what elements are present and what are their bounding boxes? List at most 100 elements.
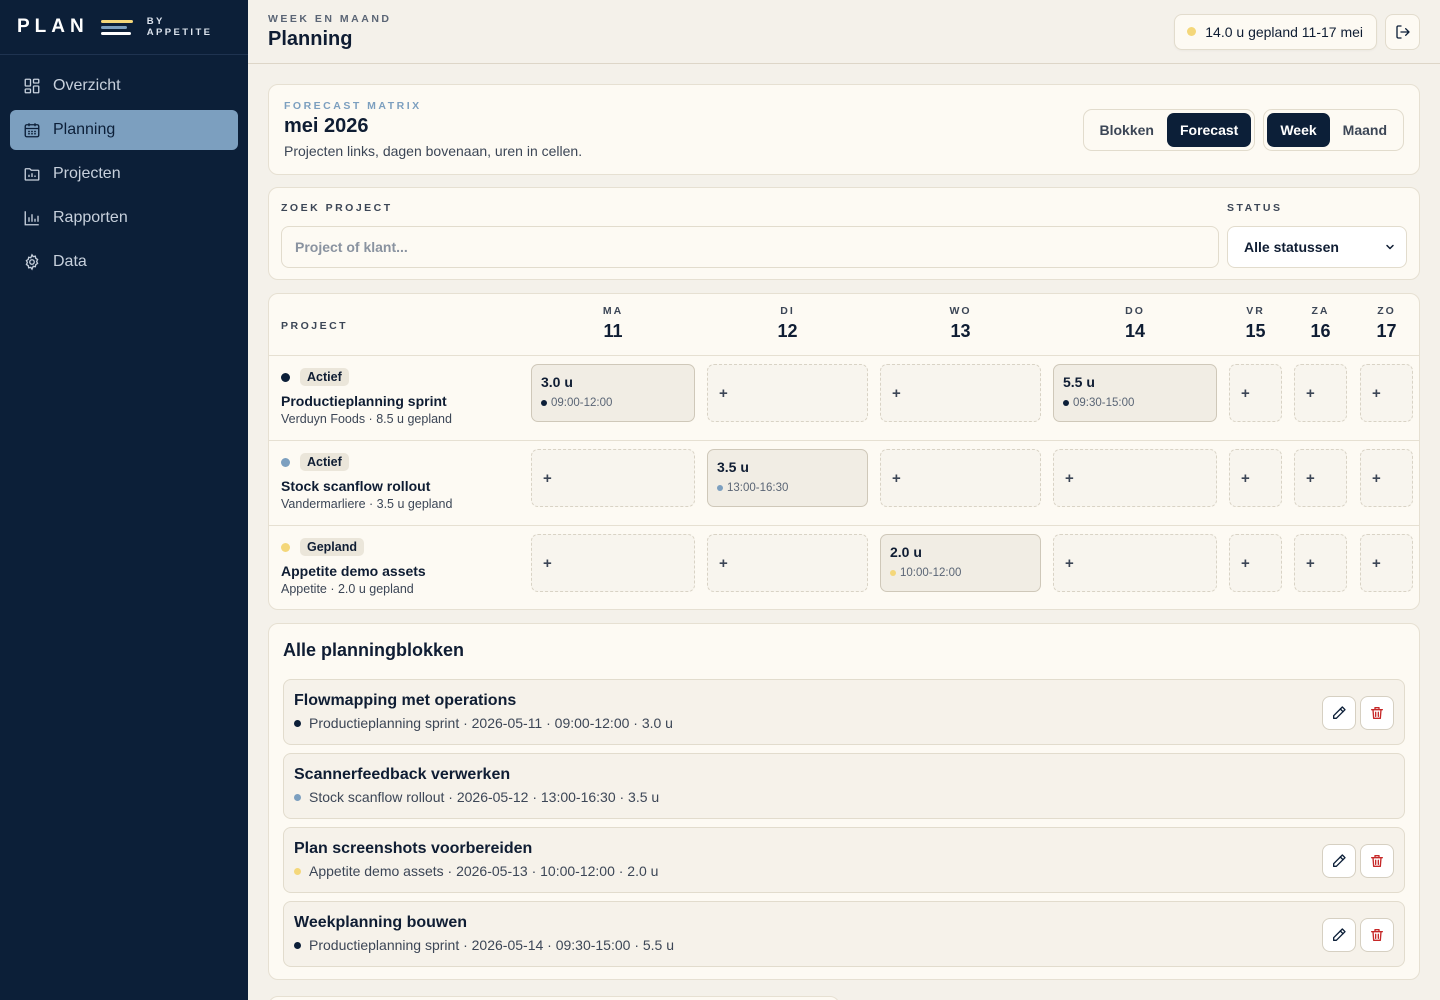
day-number: 15 — [1245, 321, 1266, 341]
plus-icon: + — [719, 554, 728, 572]
matrix-row: Gepland Appetite demo assets Appetite · 2.… — [269, 526, 1419, 609]
cell-hours: 2.0 u — [890, 544, 922, 560]
delete-button[interactable] — [1360, 696, 1394, 730]
cell-time-text: 13:00-16:30 — [727, 482, 789, 494]
plus-icon: + — [719, 384, 728, 402]
brand-by: BY — [146, 16, 165, 27]
plus-icon: + — [1372, 384, 1381, 402]
status-badge: Gepland — [300, 538, 365, 556]
sidebar-nav: Overzicht Planning Projecten Rapporten D… — [0, 55, 248, 297]
add-cell-button[interactable]: + — [707, 534, 868, 592]
day-name: DO — [1125, 305, 1145, 317]
status-select[interactable]: Alle statussen — [1227, 226, 1407, 268]
plus-icon: + — [1065, 469, 1074, 487]
add-cell-button[interactable]: + — [880, 449, 1041, 507]
planning-block-item[interactable]: Weekplanning bouwen Productieplanning spr… — [283, 901, 1405, 967]
range-maand-button[interactable]: Maand — [1330, 113, 1400, 147]
status-dot — [541, 400, 547, 406]
sidebar-item-overzicht[interactable]: Overzicht — [10, 66, 238, 106]
plus-icon: + — [1372, 554, 1381, 572]
block-meta: Productieplanning sprint · 2026-05-11 · … — [294, 715, 1394, 731]
planning-cell[interactable]: 2.0 u 10:00-12:00 — [880, 534, 1041, 592]
add-cell-button[interactable]: + — [1229, 364, 1282, 422]
planning-block-item[interactable]: Plan screenshots voorbereiden Appetite de… — [283, 827, 1405, 893]
add-cell-button[interactable]: + — [1294, 449, 1347, 507]
project-meta: Verduyn Foods · 8.5 u gepland — [281, 412, 452, 426]
add-cell-button[interactable]: + — [1360, 449, 1413, 507]
add-cell-button[interactable]: + — [531, 449, 695, 507]
view-mode-toggle: Blokken Forecast — [1082, 109, 1256, 151]
add-cell-button[interactable]: + — [1360, 364, 1413, 422]
planning-cell[interactable]: 5.5 u 09:30-15:00 — [1053, 364, 1217, 422]
project-info[interactable]: Actief Productieplanning sprint Verduyn Fo… — [281, 368, 452, 426]
planning-cell[interactable]: 3.0 u 09:00-12:00 — [531, 364, 695, 422]
day-number: 13 — [950, 321, 971, 341]
forecast-matrix: PROJECT MA 11 DI 12 WO 13 DO 14 VR 15 ZA 16 ZO 17 Act… — [268, 293, 1420, 610]
day-number: 11 — [603, 321, 623, 341]
day-name: WO — [949, 305, 972, 317]
delete-button[interactable] — [1360, 844, 1394, 878]
project-name: Stock scanflow rollout — [281, 478, 431, 494]
add-cell-button[interactable]: + — [1229, 534, 1282, 592]
add-cell-button[interactable]: + — [707, 364, 868, 422]
add-cell-button[interactable]: + — [531, 534, 695, 592]
cell-time: 13:00-16:30 — [717, 482, 858, 494]
sidebar-item-projecten[interactable]: Projecten — [10, 154, 238, 194]
plus-icon: + — [1065, 554, 1074, 572]
logout-button[interactable] — [1385, 13, 1420, 50]
project-info[interactable]: Gepland Appetite demo assets Appetite · 2.… — [281, 538, 426, 596]
status-dot — [281, 457, 290, 467]
cell-hours: 5.5 u — [1063, 374, 1095, 390]
search-input[interactable]: Project of klant... — [281, 226, 1219, 268]
block-title: Scannerfeedback verwerken — [294, 766, 511, 783]
day-header: WO 13 — [880, 305, 1041, 342]
matrix-row: Actief Stock scanflow rollout Vandermarlie… — [269, 441, 1419, 526]
brand-by-line: BY APPETITE — [147, 16, 213, 38]
block-meta-text: Productieplanning sprint · 2026-05-14 · … — [309, 937, 675, 953]
add-cell-button[interactable]: + — [1360, 534, 1413, 592]
sidebar-item-rapporten[interactable]: Rapporten — [10, 198, 238, 238]
filter-card: ZOEK PROJECT Project of klant... STATUS … — [268, 187, 1420, 280]
topbar: WEEK EN MAAND Planning 14.0 u gepland 11… — [248, 0, 1440, 64]
plus-icon: + — [1306, 469, 1315, 487]
day-number: 16 — [1310, 321, 1331, 341]
project-info[interactable]: Actief Stock scanflow rollout Vandermarlie… — [281, 453, 452, 511]
delete-button[interactable] — [1360, 918, 1394, 952]
day-number: 17 — [1376, 321, 1397, 341]
day-header: DO 14 — [1053, 305, 1217, 342]
day-name: VR — [1246, 305, 1265, 317]
sidebar-item-planning[interactable]: Planning — [10, 110, 238, 150]
add-cell-button[interactable]: + — [1294, 364, 1347, 422]
project-meta: Vandermarliere · 3.5 u gepland — [281, 497, 453, 511]
plus-icon: + — [1241, 384, 1250, 402]
status-dot — [281, 542, 290, 552]
sidebar-item-data[interactable]: Data — [10, 242, 238, 282]
add-cell-button[interactable]: + — [1053, 534, 1217, 592]
planning-block-item[interactable]: Flowmapping met operations Productieplann… — [283, 679, 1405, 745]
day-name: MA — [602, 305, 624, 317]
day-header: DI 12 — [707, 305, 868, 342]
gear-icon — [25, 253, 39, 271]
next-card — [268, 996, 840, 1000]
edit-button[interactable] — [1322, 918, 1356, 952]
day-name: DI — [780, 305, 795, 317]
edit-button[interactable] — [1322, 696, 1356, 730]
plus-icon: + — [1306, 384, 1315, 402]
add-cell-button[interactable]: + — [1053, 449, 1217, 507]
cell-time: 09:00-12:00 — [541, 397, 685, 409]
mode-forecast-button[interactable]: Forecast — [1166, 113, 1252, 147]
range-week-button[interactable]: Week — [1267, 113, 1330, 147]
planning-cell[interactable]: 3.5 u 13:00-16:30 — [707, 449, 868, 507]
day-header: VR 15 — [1229, 305, 1282, 342]
mode-blokken-button[interactable]: Blokken — [1087, 113, 1167, 147]
add-cell-button[interactable]: + — [1229, 449, 1282, 507]
status-badge: Actief — [300, 453, 349, 471]
edit-button[interactable] — [1322, 844, 1356, 878]
add-cell-button[interactable]: + — [880, 364, 1041, 422]
planning-block-item[interactable]: Scannerfeedback verwerken Stock scanflow … — [283, 753, 1405, 819]
status-dot — [294, 941, 301, 949]
pencil-icon — [1333, 706, 1346, 719]
project-name: Appetite demo assets — [281, 563, 426, 579]
add-cell-button[interactable]: + — [1294, 534, 1347, 592]
brand-logo[interactable]: PLAN BY APPETITE — [0, 0, 248, 55]
